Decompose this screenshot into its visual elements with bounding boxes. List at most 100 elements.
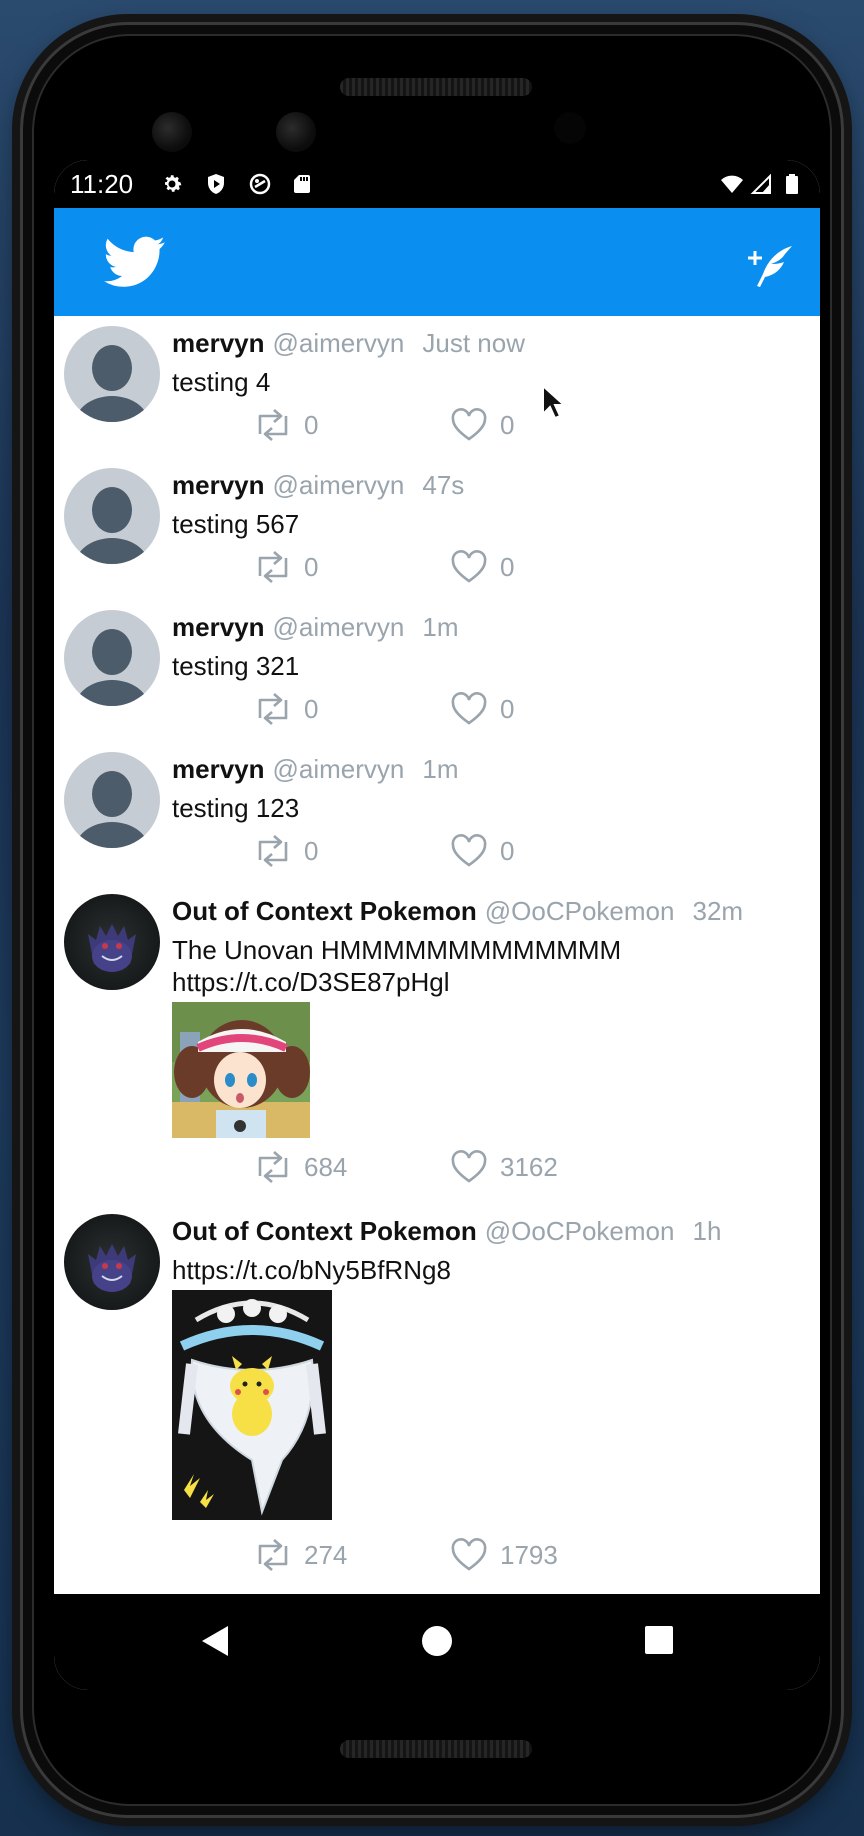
tweet-header: mervyn @aimervyn Just now (172, 328, 525, 359)
signal-icon (750, 173, 771, 194)
tweet-author-handle[interactable]: @aimervyn (273, 612, 405, 642)
tweet-author-handle[interactable]: @aimervyn (273, 754, 405, 784)
avatar[interactable] (64, 752, 160, 848)
avatar[interactable] (64, 894, 160, 990)
tweet-timestamp: 1h (692, 1216, 722, 1246)
tweet-author-handle[interactable]: @OoCPokemon (485, 896, 675, 926)
like-count: 3162 (500, 1151, 558, 1182)
retweet-button[interactable]: 0 (254, 550, 318, 584)
retweet-count: 0 (304, 835, 319, 866)
tweet-actions: 274 1793 (254, 1538, 654, 1572)
heart-icon (451, 692, 487, 725)
tweet-author-name[interactable]: mervyn (172, 612, 265, 642)
heart-icon (451, 1538, 487, 1571)
status-time: 11:20 (70, 169, 134, 199)
tweet-timestamp: 1m (422, 612, 459, 642)
avatar[interactable] (64, 1214, 160, 1310)
twitter-bird-icon[interactable] (104, 236, 166, 288)
tweet-item[interactable]: mervyn @aimervyn Just now testing 4 0 0 (54, 316, 820, 458)
bottom-speaker (340, 1740, 532, 1758)
front-camera-2 (276, 112, 316, 152)
tweet-timestamp: 32m (692, 896, 744, 926)
retweet-icon (258, 1151, 288, 1183)
timeline-feed[interactable]: mervyn @aimervyn Just now testing 4 0 0 (54, 316, 820, 1594)
pikachu-drawing-image (172, 1290, 332, 1520)
tweet-actions: 684 3162 (254, 1150, 654, 1184)
settings-icon (165, 175, 182, 192)
retweet-button[interactable]: 0 (254, 408, 318, 442)
like-button[interactable]: 0 (450, 834, 514, 868)
default-profile-icon (74, 345, 150, 422)
phone-screen: 11:20 mervyn @aimervyn Just now testing … (54, 160, 820, 1690)
tweet-item[interactable]: mervyn @aimervyn 1m testing 321 0 0 (54, 600, 820, 742)
earpiece-speaker (340, 78, 532, 96)
tweet-actions: 0 0 (254, 408, 654, 442)
home-circle-icon[interactable] (420, 1624, 454, 1658)
tweet-author-name[interactable]: Out of Context Pokemon (172, 896, 477, 926)
tweet-author-handle[interactable]: @OoCPokemon (485, 1216, 675, 1246)
retweet-button[interactable]: 684 (254, 1150, 347, 1184)
tweet-author-name[interactable]: Out of Context Pokemon (172, 1216, 477, 1246)
avatar[interactable] (64, 326, 160, 422)
tweet-actions: 0 0 (254, 834, 654, 868)
like-button[interactable]: 1793 (450, 1538, 558, 1572)
tweet-item[interactable]: Out of Context Pokemon @OoCPokemon 1h http… (54, 1204, 820, 1594)
tweet-text: The Unovan HMMMMMMMMMMMMM https://t.co/D… (172, 935, 622, 997)
tweet-header: Out of Context Pokemon @OoCPokemon 32m (172, 896, 743, 927)
tweet-item[interactable]: Out of Context Pokemon @OoCPokemon 32m The… (54, 884, 820, 1204)
tweet-text: testing 321 (172, 651, 300, 681)
tweet-header: mervyn @aimervyn 1m (172, 612, 459, 643)
shield-icon (208, 174, 224, 194)
heart-icon (451, 834, 487, 867)
tweet-header: Out of Context Pokemon @OoCPokemon 1h (172, 1216, 721, 1247)
like-count: 0 (500, 409, 515, 440)
retweet-button[interactable]: 0 (254, 692, 318, 726)
tweet-author-handle[interactable]: @aimervyn (273, 470, 405, 500)
front-camera-1 (152, 112, 192, 152)
tweet-media-image[interactable] (172, 1002, 310, 1138)
gengar-avatar-icon (88, 924, 136, 972)
tweet-author-name[interactable]: mervyn (172, 328, 265, 358)
recents-square-icon[interactable] (643, 1624, 675, 1656)
app-toolbar (54, 208, 820, 316)
like-button[interactable]: 0 (450, 408, 514, 442)
retweet-button[interactable]: 0 (254, 834, 318, 868)
tweet-text: testing 4 (172, 367, 271, 397)
compose-tweet-icon[interactable] (744, 244, 794, 288)
retweet-button[interactable]: 274 (254, 1538, 347, 1572)
tweet-author-name[interactable]: mervyn (172, 754, 265, 784)
like-count: 0 (500, 835, 515, 866)
tweet-header: mervyn @aimervyn 47s (172, 470, 464, 501)
avatar[interactable] (64, 610, 160, 706)
tweet-author-handle[interactable]: @aimervyn (273, 328, 405, 358)
retweet-icon (258, 1539, 288, 1571)
default-profile-icon (74, 487, 150, 564)
tweet-item[interactable]: mervyn @aimervyn 1m testing 123 0 0 (54, 742, 820, 884)
like-button[interactable]: 0 (450, 550, 514, 584)
tweet-actions: 0 0 (254, 550, 654, 584)
android-nav-bar (54, 1594, 820, 1690)
mouse-cursor-icon (542, 384, 565, 420)
back-triangle-icon[interactable] (200, 1624, 232, 1658)
tweet-author-name[interactable]: mervyn (172, 470, 265, 500)
retweet-count: 0 (304, 409, 319, 440)
tweet-media-image[interactable] (172, 1290, 332, 1520)
battery-icon (786, 174, 798, 194)
retweet-count: 274 (304, 1539, 348, 1570)
like-button[interactable]: 0 (450, 692, 514, 726)
like-count: 0 (500, 693, 515, 724)
heart-icon (451, 408, 487, 441)
like-count: 0 (500, 551, 515, 582)
retweet-icon (258, 409, 288, 441)
sd-card-icon (294, 175, 310, 193)
like-button[interactable]: 3162 (450, 1150, 558, 1184)
tweet-text: testing 567 (172, 509, 300, 539)
tweet-text: https://t.co/bNy5BfRNg8 (172, 1255, 451, 1285)
default-profile-icon (74, 771, 150, 848)
gengar-avatar-icon (88, 1244, 136, 1292)
tweet-timestamp: 1m (422, 754, 459, 784)
avatar[interactable] (64, 468, 160, 564)
tweet-timestamp: Just now (422, 328, 525, 358)
tweet-item[interactable]: mervyn @aimervyn 47s testing 567 0 0 (54, 458, 820, 600)
default-profile-icon (74, 629, 150, 706)
